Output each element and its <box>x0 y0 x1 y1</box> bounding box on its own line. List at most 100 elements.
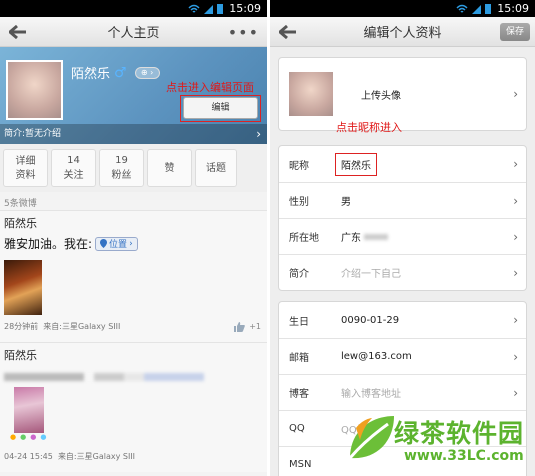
chevron-right-icon: › <box>513 193 518 208</box>
post-author[interactable]: 陌然乐 <box>4 215 263 231</box>
blurred-text <box>4 373 204 381</box>
profile-intro: 简介:暂无介绍 <box>4 129 62 139</box>
edit-button[interactable]: 编辑 <box>183 97 258 119</box>
chevron-right-icon: › <box>513 157 518 171</box>
upload-avatar-label: 上传头像 <box>361 90 401 102</box>
profile-name: 陌然乐 <box>71 67 111 82</box>
feed-count: 5条微博 <box>4 199 37 209</box>
stats-bar: 详细 资料 14 关注 19 粉丝 赞 话题 <box>0 144 267 192</box>
title-bar: 个人主页 ••• <box>0 17 267 47</box>
more-menu-button[interactable]: ••• <box>228 23 259 42</box>
chevron-right-icon: › <box>256 127 261 141</box>
post-author[interactable]: 陌然乐 <box>4 347 263 363</box>
location-label: 所在地 <box>289 233 319 244</box>
profile-intro-bar[interactable]: 简介:暂无介绍 › <box>0 124 267 144</box>
post-item[interactable]: 陌然乐 雅安加油。我在: 位置 › 28分钟前 来自:三星Galaxy SIII… <box>0 210 267 342</box>
status-bar: 15:09 <box>0 0 267 17</box>
birthday-value: 0090-01-29 <box>341 314 400 326</box>
thumbs-up-icon <box>234 322 246 332</box>
battery-icon <box>217 4 224 14</box>
back-button[interactable] <box>270 17 306 47</box>
location-row[interactable]: 所在地 广东 › <box>279 218 526 254</box>
post-image[interactable]: ● ● ● ● <box>10 387 46 441</box>
signal-icons <box>188 3 224 14</box>
profile-name-row: 陌然乐 ♂ ⊕ › <box>71 63 160 82</box>
intro-placeholder: 介绍一下自己 <box>341 269 401 280</box>
vip-badge-icon[interactable]: ⊕ › <box>134 66 160 79</box>
location-tag[interactable]: 位置 › <box>95 236 138 251</box>
blurred-text <box>364 233 388 240</box>
blog-placeholder: 输入博客地址 <box>341 389 401 400</box>
back-arrow-icon <box>9 24 26 39</box>
email-value: lew@163.com <box>341 351 412 362</box>
avatar <box>289 72 333 116</box>
post-text-row: 雅安加油。我在: 位置 › <box>4 235 263 252</box>
qq-label: QQ <box>289 423 305 434</box>
location-pin-icon <box>100 239 108 248</box>
watermark-url: www.33LC.com <box>404 448 524 464</box>
signal-icons <box>456 3 492 14</box>
basic-info-group: 昵称 陌然乐 › 性别 男 › 所在地 广东 › 简介 介绍一下自己 › <box>278 145 527 291</box>
stat-likes[interactable]: 赞 <box>147 149 192 187</box>
stat-followers[interactable]: 19 粉丝 <box>99 149 144 187</box>
wifi-icon <box>188 4 200 13</box>
edit-profile-screen: 15:09 编辑个人资料 保存 上传头像 › 点击昵称进入 昵称 陌然乐 › 性… <box>270 0 535 476</box>
gender-label: 性别 <box>289 197 309 208</box>
nickname-value: 陌然乐 <box>335 152 377 176</box>
gender-value: 男 <box>341 197 351 208</box>
battery-icon <box>485 4 492 14</box>
stat-following[interactable]: 14 关注 <box>51 149 96 187</box>
chevron-right-icon: › <box>513 265 518 280</box>
nickname-row[interactable]: 昵称 陌然乐 › <box>279 146 526 182</box>
stat-following-count: 14 <box>67 155 80 166</box>
email-row[interactable]: 邮箱 lew@163.com › <box>279 338 526 374</box>
post-text: 雅安加油。我在: <box>4 237 93 251</box>
wifi-icon <box>456 4 468 13</box>
status-time: 15:09 <box>497 2 529 15</box>
watermark-brand: 绿茶软件园 <box>394 419 525 448</box>
stat-details[interactable]: 详细 资料 <box>3 149 48 187</box>
post-time: 04-24 15:45 <box>4 452 53 461</box>
back-arrow-icon <box>279 24 296 39</box>
watermark-logo: 绿茶软件园 www.33LC.com <box>342 410 527 470</box>
avatar-group: 上传头像 › <box>278 57 527 131</box>
chevron-right-icon: › <box>513 87 518 101</box>
edit-annotation: 点击进入编辑页面 <box>166 81 254 94</box>
emoji-decoration: ● ● ● ● <box>10 433 47 441</box>
like-button[interactable]: +1 <box>233 321 261 332</box>
msn-label: MSN <box>289 459 312 470</box>
upload-avatar-row[interactable]: 上传头像 › <box>279 58 526 130</box>
profile-screen: 15:09 个人主页 ••• 陌然乐 ♂ ⊕ › 简介:暂无介绍 › 点击进入编… <box>0 0 267 476</box>
blog-label: 博客 <box>289 389 309 400</box>
email-label: 邮箱 <box>289 353 309 364</box>
page-title: 编辑个人资料 <box>363 26 442 41</box>
save-button[interactable]: 保存 <box>500 23 530 41</box>
status-time: 15:09 <box>229 2 261 15</box>
stat-topics[interactable]: 话题 <box>195 149 237 187</box>
signal-icon <box>472 4 482 14</box>
location-label: 位置 <box>109 240 128 250</box>
stat-following-label: 关注 <box>63 170 84 181</box>
avatar[interactable] <box>6 60 63 120</box>
post-meta: 04-24 15:45 来自:三星Galaxy SIII <box>4 451 263 462</box>
stat-topics-label: 话题 <box>206 163 226 174</box>
back-button[interactable] <box>0 17 36 47</box>
birthday-row[interactable]: 生日 0090-01-29 › <box>279 302 526 338</box>
post-source: 来自:三星Galaxy SIII <box>57 452 136 461</box>
nickname-annotation: 点击昵称进入 <box>336 121 402 134</box>
chevron-right-icon: › <box>513 313 518 327</box>
gender-male-icon: ♂ <box>114 64 127 81</box>
chevron-right-icon: › <box>513 349 518 364</box>
stat-followers-label: 粉丝 <box>111 170 132 181</box>
blog-row[interactable]: 博客 输入博客地址 › <box>279 374 526 410</box>
post-item[interactable]: 陌然乐 ● ● ● ● 04-24 15:45 来自:三星Galaxy SIII <box>0 342 267 472</box>
leaf-logo-icon <box>348 416 394 459</box>
chevron-right-icon: › <box>513 385 518 400</box>
intro-row[interactable]: 简介 介绍一下自己 › <box>279 254 526 290</box>
post-source: 来自:三星Galaxy SIII <box>43 322 121 331</box>
post-image[interactable] <box>4 260 42 315</box>
title-bar: 编辑个人资料 保存 <box>270 17 535 47</box>
intro-label: 简介 <box>289 269 309 280</box>
location-value: 广东 <box>341 233 361 244</box>
gender-row[interactable]: 性别 男 › <box>279 182 526 218</box>
